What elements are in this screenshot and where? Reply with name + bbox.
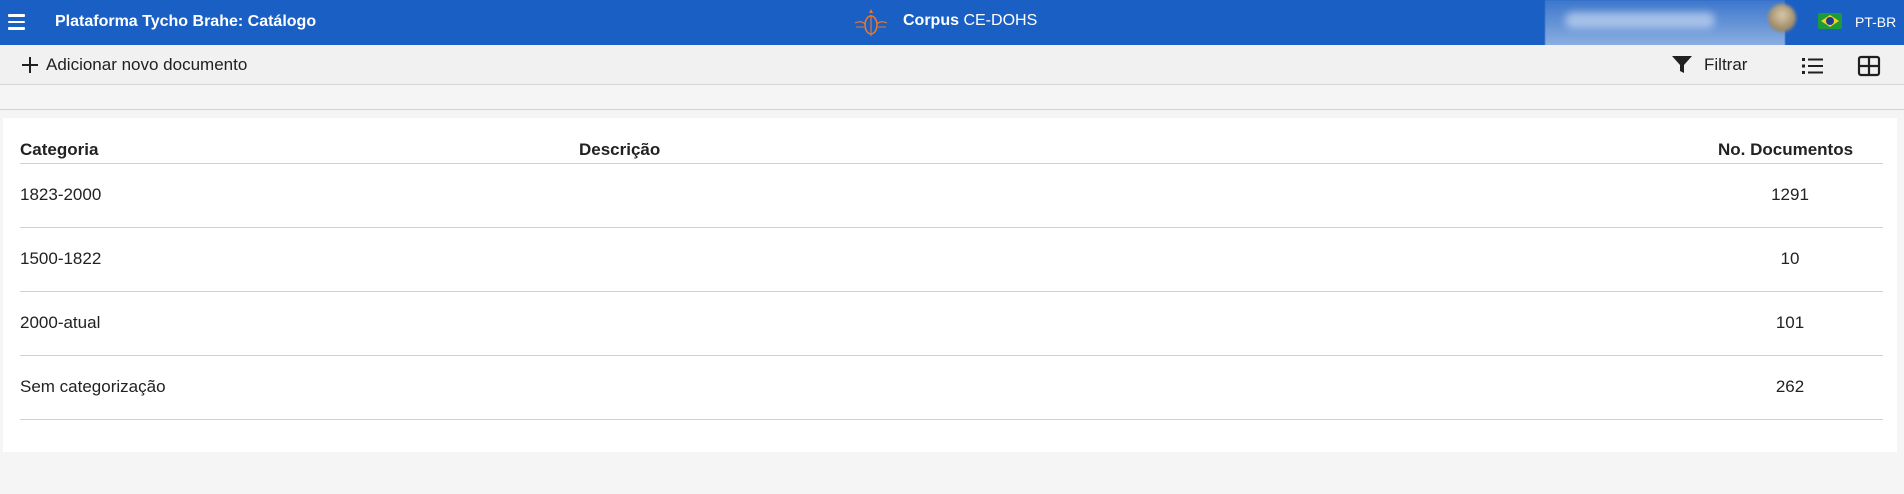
table-row[interactable] bbox=[20, 164, 1883, 228]
corpus-label: Corpus bbox=[903, 12, 959, 29]
toolbar: Adicionar novo documento Filtrar bbox=[0, 45, 1904, 85]
corpus-name: CE-DOHS bbox=[963, 12, 1038, 29]
filter-label: Filtrar bbox=[1704, 55, 1748, 74]
cell-category: 2000-atual bbox=[20, 313, 101, 332]
table-row[interactable] bbox=[20, 292, 1883, 356]
menu-icon[interactable] bbox=[6, 9, 32, 35]
user-name-blurred bbox=[1565, 12, 1715, 28]
cell-doc-count: 262 bbox=[1775, 377, 1805, 396]
language-label[interactable]: PT-BR bbox=[1855, 14, 1896, 30]
cell-category: 1823-2000 bbox=[20, 185, 102, 204]
filter-icon bbox=[1672, 56, 1692, 73]
column-header-doc-count[interactable]: No. Documentos bbox=[1718, 140, 1853, 160]
column-header-description[interactable]: Descrição bbox=[579, 140, 660, 160]
cell-category: 1500-1822 bbox=[20, 249, 102, 268]
cell-doc-count: 10 bbox=[1780, 249, 1800, 268]
avatar[interactable] bbox=[1768, 4, 1796, 32]
divider bbox=[0, 109, 1904, 110]
column-header-category[interactable]: Categoria bbox=[20, 140, 98, 160]
cell-category: Sem categorização bbox=[20, 377, 166, 396]
corpus-logo bbox=[854, 9, 888, 36]
add-document-label: Adicionar novo documento bbox=[46, 55, 248, 74]
flag-brazil-icon[interactable] bbox=[1818, 13, 1842, 29]
table-row[interactable] bbox=[20, 356, 1883, 420]
add-document-button[interactable]: Adicionar novo documento bbox=[22, 52, 247, 78]
grid-view-icon[interactable] bbox=[1857, 55, 1881, 77]
plus-icon bbox=[22, 57, 38, 73]
cell-doc-count: 101 bbox=[1775, 313, 1805, 332]
cell-doc-count: 1291 bbox=[1771, 185, 1809, 204]
corpus-title: Corpus CE-DOHS bbox=[903, 12, 1037, 30]
filter-button[interactable]: Filtrar bbox=[1672, 52, 1747, 78]
row-divider bbox=[20, 419, 1883, 420]
app-bar: Plataforma Tycho Brahe: Catálogo Corpus … bbox=[0, 0, 1904, 52]
list-view-icon[interactable] bbox=[1801, 55, 1825, 77]
app-title: Plataforma Tycho Brahe: Catálogo bbox=[55, 13, 317, 30]
table-row[interactable] bbox=[20, 228, 1883, 292]
